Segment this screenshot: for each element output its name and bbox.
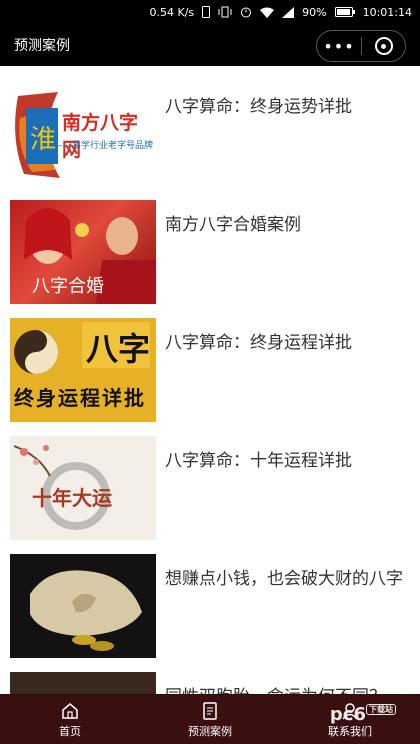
list-item[interactable]: 八字合婚 南方八字合婚案例 <box>0 184 420 304</box>
thumbnail-decade-fortune: 十年大运 <box>10 436 156 540</box>
tab-cases-label: 预测案例 <box>188 724 232 738</box>
thumbnail-life-fortune: 八字 终身运程详批 <box>10 318 156 422</box>
case-title: 八字算命：终身运程详批 <box>165 333 352 353</box>
list-item[interactable]: 八字 终身运程详批 八字算命：终身运程详批 <box>0 302 420 422</box>
more-button[interactable]: ••• <box>317 37 361 56</box>
signal-icon <box>282 6 295 18</box>
case-list: 淮 南方八字网 ——易学行业老字号品牌 八字算命：终身运势详批 八字合婚 南方八… <box>0 66 420 694</box>
case-title: 想赚点小钱，也会破大财的八字 <box>165 569 403 589</box>
home-icon <box>62 702 78 719</box>
fortune-caption: 终身运程详批 <box>14 386 146 410</box>
clock: 10:01:14 <box>362 5 412 19</box>
logo-slogan: ——易学行业老字号品牌 <box>54 141 154 151</box>
document-icon <box>203 701 217 720</box>
wedding-caption: 八字合婚 <box>32 276 104 297</box>
case-title: 南方八字合婚案例 <box>165 215 301 235</box>
thumbnail-wedding: 八字合婚 <box>10 200 156 304</box>
wifi-icon <box>260 7 275 18</box>
battery-icon <box>334 7 355 17</box>
list-item[interactable]: 淮 南方八字网 ——易学行业老字号品牌 八字算命：终身运势详批 <box>0 66 420 184</box>
case-title: 八字算命：十年运程详批 <box>165 451 352 471</box>
thumbnail-logo: 淮 南方八字网 ——易学行业老字号品牌 <box>10 78 156 182</box>
list-item[interactable]: 十年大运 八字算命：十年运程详批 <box>0 420 420 540</box>
network-speed: 0.54 K/s <box>149 5 195 19</box>
case-title: 同性双胞胎，命运为何不同？ <box>165 682 386 694</box>
vibrate-icon <box>218 6 232 18</box>
svg-text:淮: 淮 <box>30 125 56 155</box>
case-title: 八字算命：终身运势详批 <box>165 97 352 117</box>
thumbnail-twins <box>10 672 156 694</box>
tab-home[interactable]: 首页 <box>0 695 140 744</box>
list-item[interactable]: 同性双胞胎，命运为何不同？ <box>0 656 420 694</box>
nav-bar: 预测案例 ••• <box>0 24 420 66</box>
tab-home-label: 首页 <box>59 724 81 738</box>
watermark: pc6 下载站 <box>330 704 396 725</box>
fortune-heading: 八字 <box>86 330 151 368</box>
alarm-icon <box>240 6 252 18</box>
status-bar: 0.54 K/s 90% 10:01:14 <box>0 0 420 24</box>
decade-caption: 十年大运 <box>32 486 112 510</box>
thumbnail-money-bag <box>10 554 156 658</box>
logo-text: 南方八字网 <box>62 112 139 161</box>
battery-percent: 90% <box>302 5 327 19</box>
tab-cases[interactable]: 预测案例 <box>140 695 280 744</box>
menu-capsule: ••• <box>316 30 406 62</box>
page-title: 预测案例 <box>14 38 70 54</box>
close-button[interactable] <box>362 37 405 55</box>
phone-icon <box>202 6 211 18</box>
list-item[interactable]: 想赚点小钱，也会破大财的八字 <box>0 538 420 658</box>
target-icon <box>374 37 393 55</box>
